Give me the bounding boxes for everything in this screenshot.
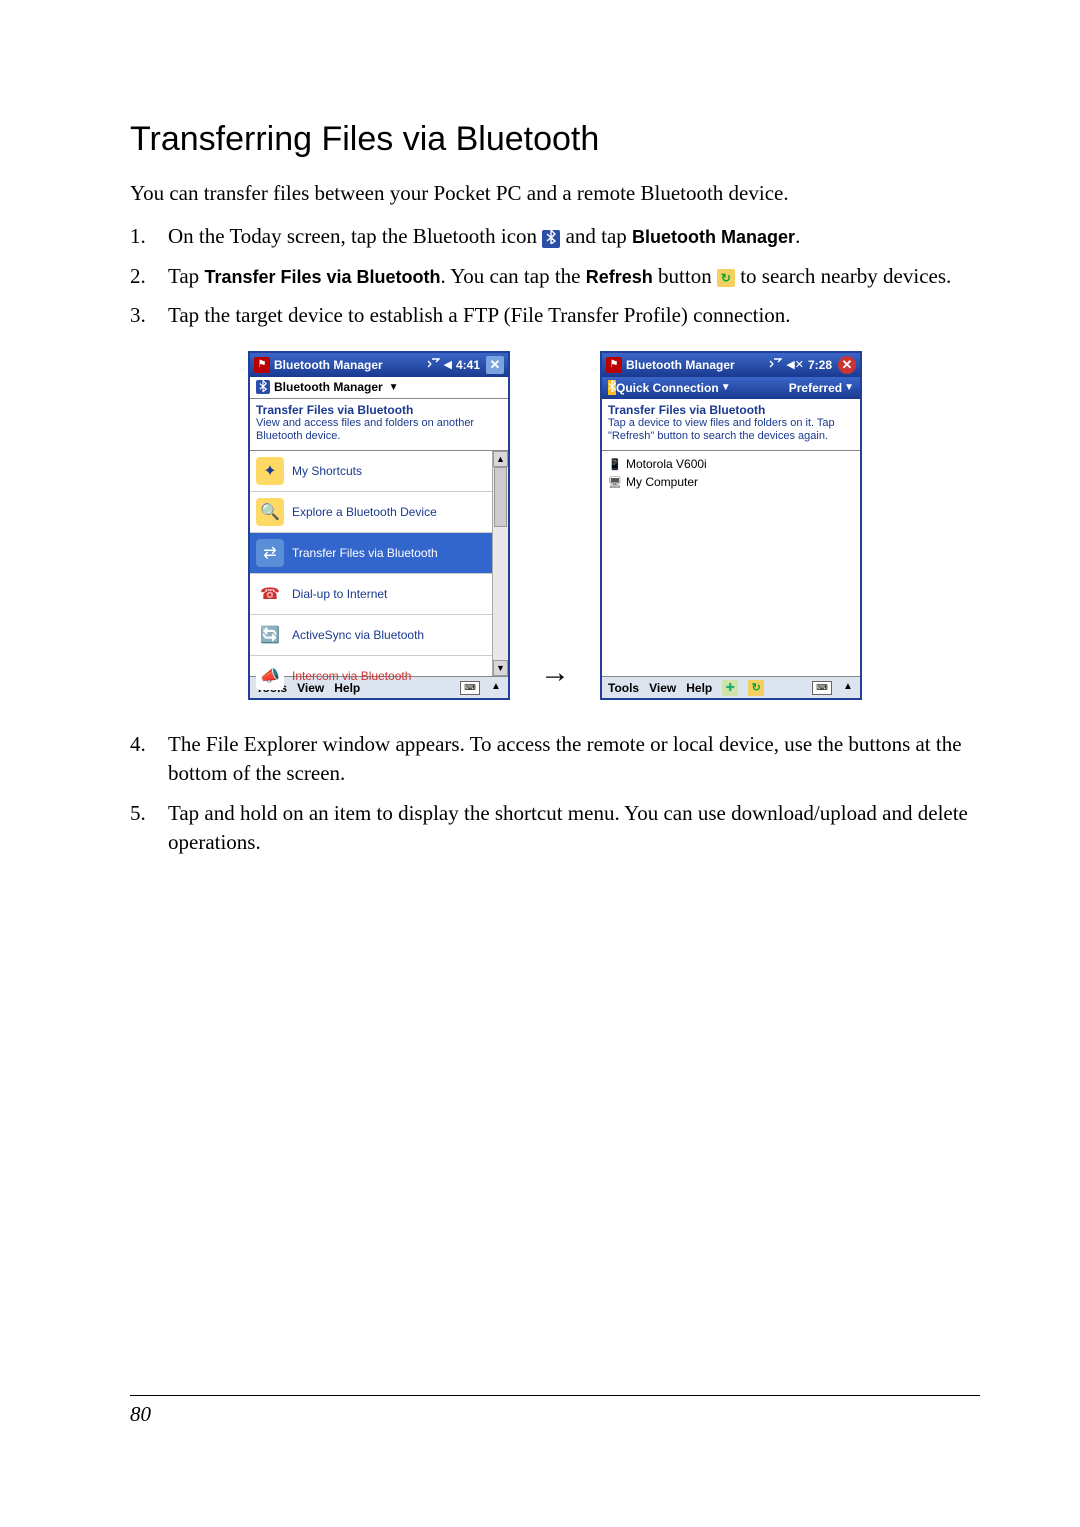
chevron-down-icon: ▼ [844, 382, 854, 393]
arrow-right-icon: → [540, 656, 570, 690]
panel-header: Transfer Files via Bluetooth View and ac… [250, 399, 508, 452]
keyboard-icon[interactable]: ⌨ [812, 681, 832, 695]
panel-title: Transfer Files via Bluetooth [608, 403, 854, 417]
step-2-text-d: to search nearby devices. [740, 264, 951, 288]
magnifier-icon: 🔍 [256, 498, 284, 526]
speaker-icon: ◀✕ [786, 358, 804, 371]
clock-time: 7:28 [808, 358, 832, 372]
titlebar: ⚑ Bluetooth Manager ◀✕ 7:28 ✕ [602, 353, 860, 377]
shortcuts-icon: ✦ [256, 457, 284, 485]
intro-paragraph: You can transfer files between your Pock… [130, 179, 980, 208]
steps-list-continued: The File Explorer window appears. To acc… [130, 730, 980, 858]
screenshot-row: ⚑ Bluetooth Manager ◀ 4:41 ✕ Bluetooth M… [130, 351, 980, 701]
screenshot-left: ⚑ Bluetooth Manager ◀ 4:41 ✕ Bluetooth M… [248, 351, 510, 701]
bluetooth-badge-icon [256, 380, 270, 394]
step-2-text-c: button [653, 264, 717, 288]
panel-header: Transfer Files via Bluetooth Tap a devic… [602, 399, 860, 452]
page-number: 80 [130, 1402, 151, 1426]
device-row[interactable]: 🖥 My Computer [606, 473, 856, 491]
sync-icon: 🔄 [256, 621, 284, 649]
speaker-icon: ◀ [444, 358, 452, 371]
sip-up-icon[interactable]: ▲ [842, 682, 854, 694]
refresh-toolbar-icon[interactable]: ↻ [748, 680, 764, 696]
preferred-label[interactable]: Preferred [789, 381, 842, 395]
list-item-shortcuts[interactable]: ✦ My Shortcuts [250, 451, 492, 492]
app-icon: ⚑ [254, 357, 270, 373]
list-item-explore[interactable]: 🔍 Explore a Bluetooth Device [250, 492, 492, 533]
device-label: Motorola V600i [626, 457, 707, 471]
scroll-down-button[interactable]: ▼ [493, 660, 508, 676]
vertical-scrollbar[interactable]: ▲ ▼ [492, 451, 508, 676]
window-title: Bluetooth Manager [626, 358, 735, 372]
step-1: On the Today screen, tap the Bluetooth i… [130, 222, 980, 251]
screenshot-right: ⚑ Bluetooth Manager ◀✕ 7:28 ✕ Quick Conn… [600, 351, 862, 701]
close-icon[interactable]: ✕ [486, 356, 504, 374]
step-2-text-b: . You can tap the [441, 264, 586, 288]
close-icon[interactable]: ✕ [838, 356, 856, 374]
scroll-up-button[interactable]: ▲ [493, 451, 508, 467]
panel-title: Transfer Files via Bluetooth [256, 403, 502, 417]
bluetooth-icon [542, 230, 560, 248]
list-item-transfer[interactable]: ⇄ Transfer Files via Bluetooth [250, 533, 492, 574]
step-3: Tap the target device to establish a FTP… [130, 301, 980, 330]
chevron-down-icon: ▼ [721, 382, 731, 393]
chevron-down-icon: ▼ [389, 382, 399, 393]
list-item-label: Intercom via Bluetooth [292, 669, 411, 683]
refresh-icon: ↻ [717, 269, 735, 287]
step-2-bold-1: Transfer Files via Bluetooth [204, 267, 440, 287]
device-row[interactable]: 📱 Motorola V600i [606, 455, 856, 473]
scroll-track[interactable] [493, 467, 508, 660]
phone-icon: ☎ [256, 580, 284, 608]
step-2-bold-2: Refresh [586, 267, 653, 287]
window-title: Bluetooth Manager [274, 358, 383, 372]
app-icon: ⚑ [606, 357, 622, 373]
list-item-intercom[interactable]: 📣 Intercom via Bluetooth [250, 656, 492, 696]
section-heading: Transferring Files via Bluetooth [130, 120, 980, 159]
phone-device-icon: 📱 [608, 457, 622, 471]
page-footer: 80 [130, 1395, 980, 1427]
clock-time: 4:41 [456, 358, 480, 372]
view-menu[interactable]: View [649, 681, 676, 695]
steps-list: On the Today screen, tap the Bluetooth i… [130, 222, 980, 330]
list-item-label: ActiveSync via Bluetooth [292, 628, 424, 642]
panel-description: Tap a device to view files and folders o… [608, 417, 854, 445]
step-1-text-b: and tap [566, 224, 632, 248]
help-menu[interactable]: Help [686, 681, 712, 695]
step-1-bold: Bluetooth Manager [632, 227, 795, 247]
list-item-label: Explore a Bluetooth Device [292, 505, 437, 519]
quick-connection-label[interactable]: Quick Connection [616, 381, 719, 395]
list-item-activesync[interactable]: 🔄 ActiveSync via Bluetooth [250, 615, 492, 656]
list-items: ✦ My Shortcuts 🔍 Explore a Bluetooth Dev… [250, 451, 492, 676]
step-2-text-a: Tap [168, 264, 204, 288]
list-area: ✦ My Shortcuts 🔍 Explore a Bluetooth Dev… [250, 451, 508, 676]
step-1-text-c: . [795, 224, 800, 248]
subtitle-bar[interactable]: Bluetooth Manager ▼ [250, 377, 508, 399]
step-1-text-a: On the Today screen, tap the Bluetooth i… [168, 224, 542, 248]
step-2: Tap Transfer Files via Bluetooth. You ca… [130, 262, 980, 291]
titlebar: ⚑ Bluetooth Manager ◀ 4:41 ✕ [250, 353, 508, 377]
signal-icon [426, 357, 440, 372]
list-item-label: Transfer Files via Bluetooth [292, 546, 438, 560]
step-4: The File Explorer window appears. To acc… [130, 730, 980, 789]
list-item-label: Dial-up to Internet [292, 587, 387, 601]
list-item-label: My Shortcuts [292, 464, 362, 478]
bluetooth-badge-icon [608, 380, 616, 395]
signal-icon [768, 357, 782, 372]
bottom-toolbar: Tools View Help ✚ ↻ ⌨ ▲ [602, 676, 860, 698]
intercom-icon: 📣 [256, 662, 284, 690]
subtitle-label: Bluetooth Manager [274, 380, 383, 394]
panel-description: View and access files and folders on ano… [256, 417, 502, 445]
scroll-thumb[interactable] [494, 467, 507, 527]
tools-menu[interactable]: Tools [608, 681, 639, 695]
folder-transfer-icon: ⇄ [256, 539, 284, 567]
subtitle-bar: Quick Connection ▼ Preferred ▼ [602, 377, 860, 399]
step-5: Tap and hold on an item to display the s… [130, 799, 980, 858]
device-label: My Computer [626, 475, 698, 489]
computer-icon: 🖥 [608, 475, 622, 489]
list-item-dialup[interactable]: ☎ Dial-up to Internet [250, 574, 492, 615]
new-icon[interactable]: ✚ [722, 680, 738, 696]
device-list: 📱 Motorola V600i 🖥 My Computer [602, 451, 860, 676]
